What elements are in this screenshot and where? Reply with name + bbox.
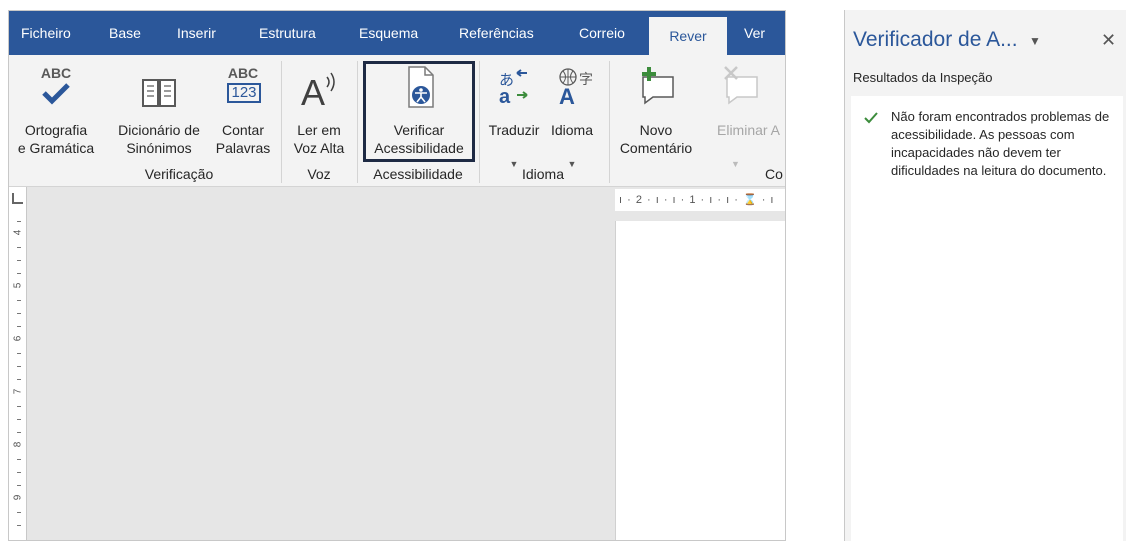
delete-comment-icon — [701, 59, 785, 119]
ruler-tick — [17, 525, 21, 526]
ruler-number: 6 — [12, 335, 24, 342]
close-icon[interactable]: ✕ — [1101, 30, 1116, 51]
language-label: Idioma — [550, 122, 594, 138]
ruler-tick — [17, 419, 21, 420]
tab-inserir[interactable]: Inserir — [177, 11, 216, 55]
spelling-check-icon: ABC — [11, 59, 101, 119]
ruler-tick — [17, 379, 21, 380]
group-label-proofing: Verificação — [144, 166, 214, 182]
translate-icon: あ a — [485, 59, 543, 119]
document-page[interactable] — [615, 221, 785, 540]
delete-comment-button[interactable]: Eliminar A ▼ — [701, 59, 785, 169]
ruler-tick — [17, 260, 21, 261]
svg-text:A: A — [301, 72, 325, 109]
ruler-number: 4 — [12, 229, 24, 236]
svg-text:字: 字 — [579, 72, 593, 88]
thesaurus-label-line1: Dicionário de — [118, 122, 200, 138]
group-separator — [281, 61, 282, 183]
pane-subtitle: Resultados da Inspeção — [853, 70, 993, 85]
ruler-tick — [17, 247, 21, 248]
word-count-button[interactable]: ABC 123 Contar Palavras — [213, 59, 273, 169]
tab-rever[interactable]: Rever — [649, 17, 727, 55]
book-icon — [109, 59, 209, 119]
ruler-tick — [17, 459, 21, 460]
tab-ver[interactable]: Ver — [744, 11, 765, 55]
horizontal-ruler[interactable]: ı · 2 · ı · ı · 1 · ı · ı · ⌛ · ı — [615, 189, 785, 211]
ruler-number: 8 — [12, 441, 24, 448]
svg-text:a: a — [499, 86, 511, 105]
ruler-tick — [17, 406, 21, 407]
word-window: Ficheiro Base Inserir Estrutura Esquema … — [8, 10, 786, 541]
ruler-tick — [17, 300, 21, 301]
spelling-label-line1: Ortografia — [24, 122, 88, 138]
new-comment-label-line1: Novo — [639, 122, 673, 138]
tab-base[interactable]: Base — [109, 11, 141, 55]
ruler-tick — [17, 512, 21, 513]
new-comment-button[interactable]: Novo Comentário — [615, 59, 697, 169]
word-count-label-line1: Contar — [221, 122, 265, 138]
ruler-tick — [17, 353, 21, 354]
svg-text:A: A — [559, 84, 575, 105]
group-label-comments: Co — [765, 166, 783, 182]
vertical-ruler: 4 5 6 7 8 9 — [9, 187, 27, 540]
tab-esquema[interactable]: Esquema — [359, 11, 418, 55]
spelling-grammar-button[interactable]: ABC Ortografia e Gramática — [11, 59, 101, 169]
read-aloud-icon: A — [287, 59, 351, 119]
ruler-tick — [17, 472, 21, 473]
ruler-tick — [17, 485, 21, 486]
thesaurus-label-line2: Sinónimos — [126, 140, 192, 156]
pane-title: Verificador de A... — [853, 28, 1018, 51]
word-count-icon: ABC 123 — [213, 59, 273, 119]
ruler-tick — [17, 366, 21, 367]
language-button[interactable]: 字 A Idioma ▼ — [543, 59, 601, 169]
ruler-tick — [17, 326, 21, 327]
inspection-results: Não foram encontrados problemas de acess… — [851, 96, 1123, 541]
ribbon-panel: ABC Ortografia e Gramática Dicionário de… — [9, 55, 785, 187]
result-message: Não foram encontrados problemas de acess… — [891, 109, 1110, 178]
tab-ficheiro[interactable]: Ficheiro — [21, 11, 71, 55]
read-aloud-label-line2: Voz Alta — [293, 140, 345, 156]
ribbon-tab-bar: Ficheiro Base Inserir Estrutura Esquema … — [9, 11, 785, 55]
ruler-tick — [17, 273, 21, 274]
spelling-label-line2: e Gramática — [17, 140, 95, 156]
thesaurus-button[interactable]: Dicionário de Sinónimos — [109, 59, 209, 169]
language-icon: 字 A — [543, 59, 601, 119]
translate-label: Traduzir — [488, 122, 540, 138]
tab-referencias[interactable]: Referências — [459, 11, 534, 55]
group-separator — [609, 61, 610, 183]
accessibility-checker-pane: Verificador de A... ▼ ✕ Resultados da In… — [844, 10, 1126, 541]
ruler-tick — [17, 432, 21, 433]
new-comment-label-line2: Comentário — [619, 140, 693, 156]
tab-selector-icon[interactable] — [12, 193, 23, 204]
tab-estrutura[interactable]: Estrutura — [259, 11, 316, 55]
ruler-tick — [17, 313, 21, 314]
tab-correio[interactable]: Correio — [579, 11, 625, 55]
read-aloud-label-line1: Ler em — [297, 122, 341, 138]
new-comment-icon — [615, 59, 697, 119]
ruler-tick — [17, 221, 21, 222]
group-label-accessibility: Acessibilidade — [373, 166, 463, 182]
document-area: 4 5 6 7 8 9 ı · 2 · ı · ı · 1 · ı · ı · … — [9, 187, 785, 540]
group-separator — [357, 61, 358, 183]
read-aloud-button[interactable]: A Ler em Voz Alta — [287, 59, 351, 169]
translate-button[interactable]: あ a Traduzir ▼ — [485, 59, 543, 169]
word-count-label-line2: Palavras — [215, 140, 271, 156]
group-label-speech: Voz — [307, 166, 331, 182]
accessibility-highlight-box — [363, 61, 475, 162]
ruler-number: 7 — [12, 388, 24, 395]
group-label-language: Idioma — [521, 166, 565, 182]
ruler-number: 9 — [12, 494, 24, 501]
checkmark-icon — [864, 112, 878, 124]
ruler-number: 5 — [12, 282, 24, 289]
pane-options-dropdown-icon[interactable]: ▼ — [1029, 34, 1041, 48]
group-separator — [479, 61, 480, 183]
delete-comment-label: Eliminar A — [717, 122, 781, 138]
